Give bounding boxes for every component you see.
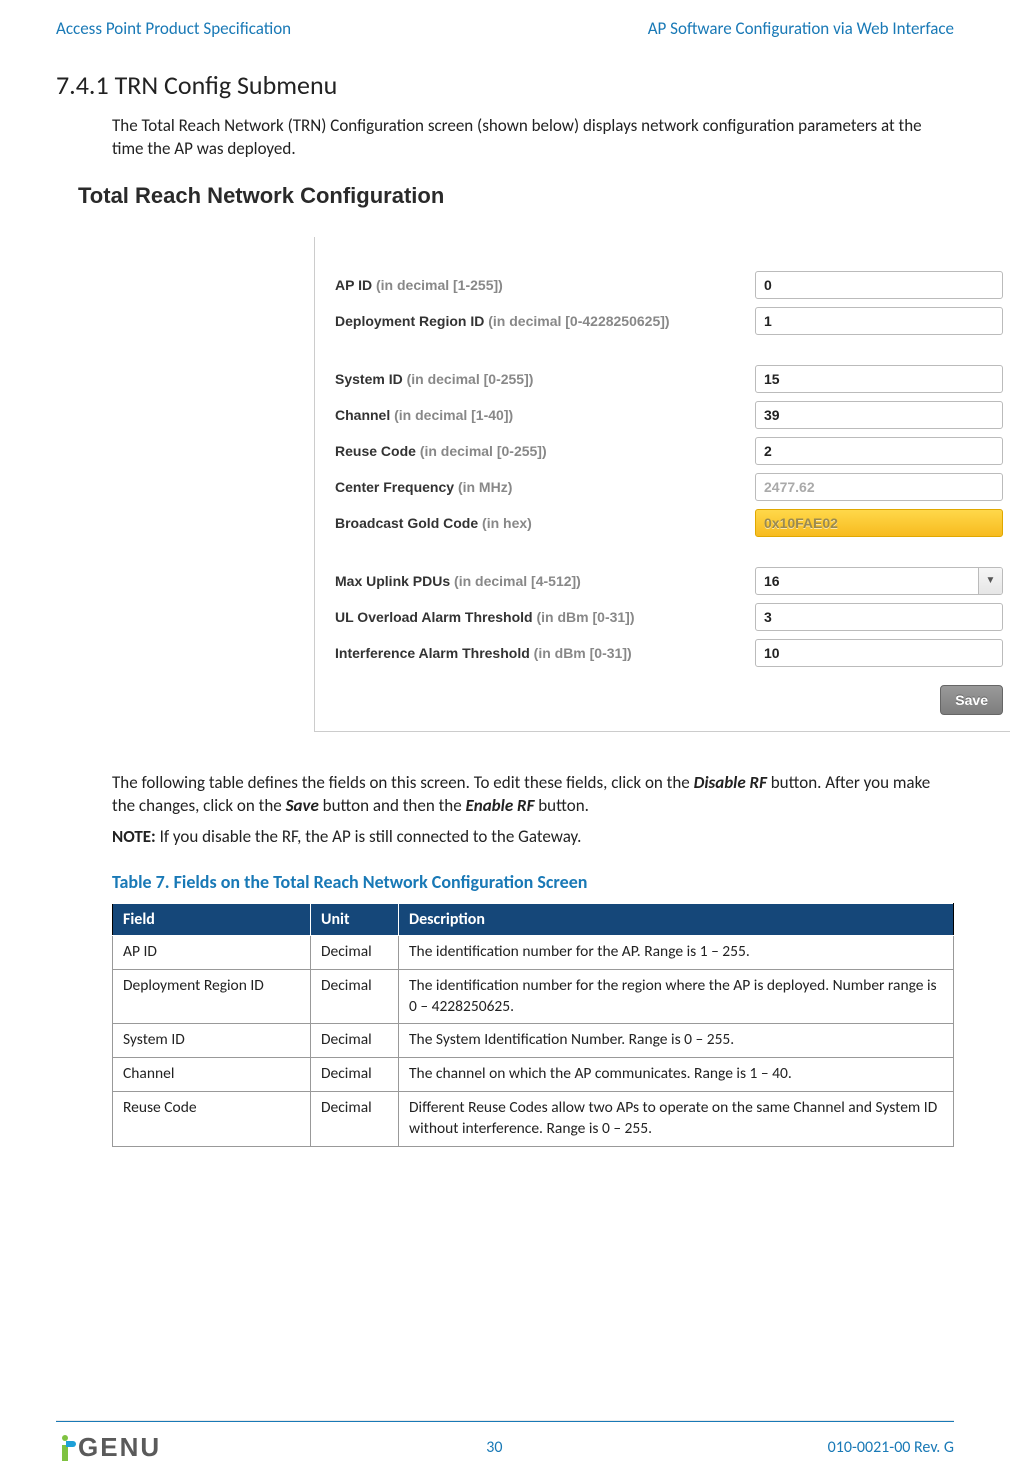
footer-divider — [56, 1420, 954, 1422]
table-row: ChannelDecimalThe channel on which the A… — [113, 1058, 954, 1092]
label-ul-overload-threshold: UL Overload Alarm Threshold (in dBm [0-3… — [335, 609, 755, 625]
note-text: If you disable the RF, the AP is still c… — [156, 826, 582, 847]
table-caption: Table 7. Fields on the Total Reach Netwo… — [112, 871, 954, 893]
input-system-id[interactable] — [755, 365, 1003, 393]
row-reuse-code: Reuse Code (in decimal [0-255]) — [315, 433, 1010, 469]
input-ap-id[interactable] — [755, 271, 1003, 299]
input-deployment-region-id[interactable] — [755, 307, 1003, 335]
row-center-frequency: Center Frequency (in MHz) 2477.62 — [315, 469, 1010, 505]
input-interference-threshold[interactable] — [755, 639, 1003, 667]
page-footer: GENU 30 010-0021-00 Rev. G — [56, 1420, 954, 1463]
revision-number: 010-0021-00 Rev. G — [828, 1438, 954, 1457]
table-row: AP IDDecimalThe identification number fo… — [113, 935, 954, 969]
label-channel: Channel (in decimal [1-40]) — [335, 407, 755, 423]
row-ul-overload-threshold: UL Overload Alarm Threshold (in dBm [0-3… — [315, 599, 1010, 635]
input-channel[interactable] — [755, 401, 1003, 429]
logo-icon — [56, 1435, 74, 1461]
label-deployment-region-id: Deployment Region ID (in decimal [0-4228… — [335, 313, 755, 329]
label-interference-threshold: Interference Alarm Threshold (in dBm [0-… — [335, 645, 755, 661]
row-system-id: System ID (in decimal [0-255]) — [315, 361, 1010, 397]
input-ul-overload-threshold[interactable] — [755, 603, 1003, 631]
note-label: NOTE: — [112, 826, 156, 847]
section-heading: 7.4.1 TRN Config Submenu — [56, 69, 954, 101]
intro-paragraph: The Total Reach Network (TRN) Configurat… — [112, 115, 954, 161]
section-number: 7.4.1 — [56, 69, 109, 101]
fields-table: Field Unit Description AP IDDecimalThe i… — [112, 903, 954, 1147]
th-field: Field — [113, 903, 311, 935]
row-max-uplink-pdus: Max Uplink PDUs (in decimal [4-512]) 16▼ — [315, 563, 1010, 599]
save-button[interactable]: Save — [940, 685, 1003, 715]
config-form: AP ID (in decimal [1-255]) Deployment Re… — [315, 237, 1010, 732]
header-right: AP Software Configuration via Web Interf… — [648, 18, 954, 39]
table-header-row: Field Unit Description — [113, 903, 954, 935]
table-row: Reuse CodeDecimalDifferent Reuse Codes a… — [113, 1092, 954, 1147]
readonly-broadcast-gold-code: 0x10FAE02 — [755, 509, 1003, 537]
th-description: Description — [399, 903, 954, 935]
label-max-uplink-pdus: Max Uplink PDUs (in decimal [4-512]) — [335, 573, 755, 589]
header-left: Access Point Product Specification — [56, 18, 291, 39]
note-paragraph: NOTE: If you disable the RF, the AP is s… — [112, 826, 954, 849]
label-system-id: System ID (in decimal [0-255]) — [335, 371, 755, 387]
table-row: System IDDecimalThe System Identificatio… — [113, 1024, 954, 1058]
readonly-center-frequency: 2477.62 — [755, 473, 1003, 501]
page-number: 30 — [486, 1438, 502, 1457]
config-screenshot: Total Reach Network Configuration AP ID … — [78, 183, 954, 732]
logo-text: GENU — [78, 1432, 161, 1463]
label-center-frequency: Center Frequency (in MHz) — [335, 479, 755, 495]
select-max-uplink-pdus[interactable]: 16▼ — [755, 567, 1003, 595]
row-interference-threshold: Interference Alarm Threshold (in dBm [0-… — [315, 635, 1010, 671]
row-deployment-region-id: Deployment Region ID (in decimal [0-4228… — [315, 303, 1010, 339]
config-title: Total Reach Network Configuration — [78, 183, 954, 209]
label-ap-id: AP ID (in decimal [1-255]) — [335, 277, 755, 293]
page-header: Access Point Product Specification AP So… — [56, 18, 954, 39]
label-broadcast-gold-code: Broadcast Gold Code (in hex) — [335, 515, 755, 531]
row-broadcast-gold-code: Broadcast Gold Code (in hex) 0x10FAE02 — [315, 505, 1010, 541]
brand-logo: GENU — [56, 1432, 161, 1463]
th-unit: Unit — [311, 903, 399, 935]
row-channel: Channel (in decimal [1-40]) — [315, 397, 1010, 433]
table-row: Deployment Region IDDecimalThe identific… — [113, 969, 954, 1024]
label-reuse-code: Reuse Code (in decimal [0-255]) — [335, 443, 755, 459]
input-reuse-code[interactable] — [755, 437, 1003, 465]
row-ap-id: AP ID (in decimal [1-255]) — [315, 267, 1010, 303]
edit-instructions: The following table defines the fields o… — [112, 772, 954, 818]
chevron-down-icon: ▼ — [978, 568, 1002, 594]
section-title: TRN Config Submenu — [115, 69, 338, 101]
